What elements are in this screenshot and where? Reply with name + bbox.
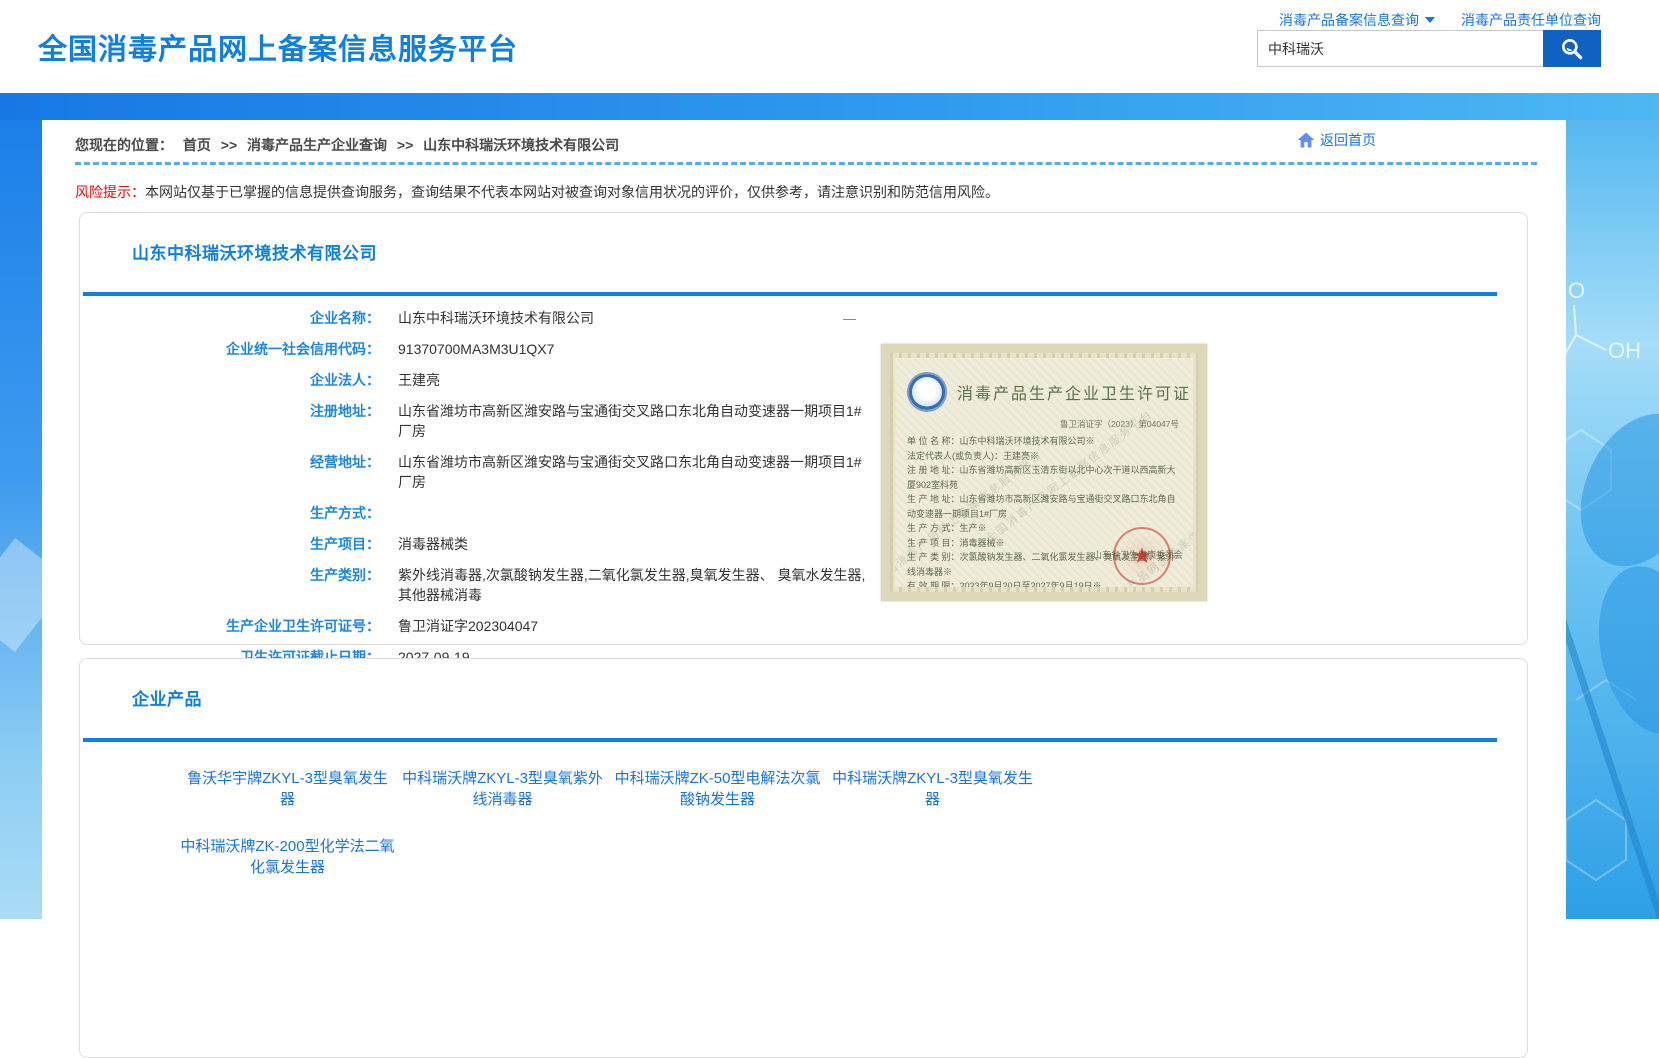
certificate-field-row: 法定代表人(或负责人)：王建亮※ xyxy=(907,449,1181,464)
breadcrumb: 您现在的位置： 首页 >> 消毒产品生产企业查询 >> 山东中科瑞沃环境技术有限… xyxy=(75,135,625,155)
left-background-shape xyxy=(0,538,42,652)
company-field-row: 企业名称： 山东中科瑞沃环境技术有限公司 xyxy=(80,308,1527,328)
risk-notice-text: 本网站仅基于已掌握的信息提供查询服务，查询结果不代表本网站对被查询对象信用状况的… xyxy=(145,184,999,200)
company-field-row: 企业法人： 王建亮 xyxy=(80,370,1527,390)
field-label: 注册地址： xyxy=(80,401,380,441)
company-fields: 企业名称： 山东中科瑞沃环境技术有限公司 企业统一社会信用代码： 9137070… xyxy=(80,308,1527,667)
molecule-illustration: O OH xyxy=(1566,120,1659,919)
nav-responsible-unit-query[interactable]: 消毒产品责任单位查询 xyxy=(1461,10,1601,30)
red-seal-icon: ★ xyxy=(1113,527,1171,585)
top-nav: 消毒产品备案信息查询 消毒产品责任单位查询 xyxy=(1279,10,1601,30)
image-placeholder-dash: — xyxy=(843,311,856,326)
field-value: 山东省潍坊市高新区潍安路与宝通街交叉路口东北角自动变速器一期项目1#厂房 xyxy=(398,401,868,441)
breadcrumb-separator: >> xyxy=(221,137,237,153)
field-label: 企业统一社会信用代码： xyxy=(80,339,380,359)
nav-filing-query-label: 消毒产品备案信息查询 xyxy=(1279,10,1419,30)
svg-text:OH: OH xyxy=(1608,338,1641,363)
company-field-row: 注册地址： 山东省潍坊市高新区潍安路与宝通街交叉路口东北角自动变速器一期项目1#… xyxy=(80,401,1527,441)
company-field-row: 生产类别： 紫外线消毒器,次氯酸钠发生器,二氧化氯发生器,臭氧发生器、 臭氧水发… xyxy=(80,565,1527,605)
breadcrumb-prefix: 您现在的位置： xyxy=(75,137,173,153)
seal-star: ★ xyxy=(1132,543,1152,569)
nav-responsible-unit-query-label: 消毒产品责任单位查询 xyxy=(1461,10,1601,30)
right-background-chemistry: O OH xyxy=(1566,120,1659,919)
back-home-link[interactable]: 返回首页 xyxy=(1295,130,1376,150)
company-products-card: 企业产品 鲁沃华宇牌ZKYL-3型臭氧发生器 中科瑞沃牌ZKYL-3型臭氧紫外线… xyxy=(79,658,1528,1058)
hygiene-license-certificate-image: 全国消毒产品网上备案信息服务平台 全国消毒产品网上备案信息服务平台 全国消毒产品… xyxy=(881,344,1207,601)
company-field-row: 生产企业卫生许可证号： 鲁卫消证字202304047 xyxy=(80,616,1527,636)
product-link[interactable]: 中科瑞沃牌ZK-50型电解法次氯酸钠发生器 xyxy=(610,768,825,810)
left-background xyxy=(0,120,42,919)
search-button[interactable] xyxy=(1543,30,1601,67)
company-field-row: 生产项目： 消毒器械类 xyxy=(80,534,1527,554)
products-heading: 企业产品 xyxy=(132,685,1527,710)
field-label: 生产企业卫生许可证号： xyxy=(80,616,380,636)
product-link[interactable]: 鲁沃华宇牌ZKYL-3型臭氧发生器 xyxy=(180,768,395,810)
risk-notice-label: 风险提示： xyxy=(75,184,145,200)
chevron-down-icon xyxy=(1425,17,1435,23)
field-value: 消毒器械类 xyxy=(398,534,468,554)
company-field-row: 经营地址： 山东省潍坊市高新区潍安路与宝通街交叉路口东北角自动变速器一期项目1#… xyxy=(80,452,1527,492)
field-label: 生产项目： xyxy=(80,534,380,554)
home-icon xyxy=(1295,130,1317,150)
certificate-field-row: 注 册 地 址：山东省潍坊高新区玉清东街以北中心次干道以西高新大厦902室科苑 xyxy=(907,463,1181,492)
company-name-heading: 山东中科瑞沃环境技术有限公司 xyxy=(132,239,1527,264)
breadcrumb-company-query[interactable]: 消毒产品生产企业查询 xyxy=(247,137,387,153)
certificate-paper: 全国消毒产品网上备案信息服务平台 全国消毒产品网上备案信息服务平台 全国消毒产品… xyxy=(895,358,1193,587)
search-icon xyxy=(1559,36,1585,62)
nav-filing-query[interactable]: 消毒产品备案信息查询 xyxy=(1279,10,1435,30)
page-header: 全国消毒产品网上备案信息服务平台 消毒产品备案信息查询 消毒产品责任单位查询 xyxy=(0,0,1659,93)
search-bar xyxy=(1257,30,1601,67)
field-value: 鲁卫消证字202304047 xyxy=(398,616,538,636)
dashed-divider xyxy=(75,162,1537,165)
heading-rule xyxy=(83,292,1497,296)
back-home-label: 返回首页 xyxy=(1320,130,1376,150)
field-value: 紫外线消毒器,次氯酸钠发生器,二氧化氯发生器,臭氧发生器、 臭氧水发生器,其他器… xyxy=(398,565,868,605)
search-input[interactable] xyxy=(1257,30,1543,67)
field-value: 王建亮 xyxy=(398,370,440,390)
field-label: 生产方式： xyxy=(80,503,380,523)
breadcrumb-separator: >> xyxy=(397,137,413,153)
breadcrumb-home[interactable]: 首页 xyxy=(183,137,211,153)
site-title: 全国消毒产品网上备案信息服务平台 xyxy=(38,26,518,68)
main-content: 您现在的位置： 首页 >> 消毒产品生产企业查询 >> 山东中科瑞沃环境技术有限… xyxy=(42,120,1566,919)
certificate-field-row: 单 位 名 称：山东中科瑞沃环境技术有限公司※ xyxy=(907,434,1181,449)
product-link[interactable]: 中科瑞沃牌ZK-200型化学法二氧化氯发生器 xyxy=(180,836,395,878)
product-list: 鲁沃华宇牌ZKYL-3型臭氧发生器 中科瑞沃牌ZKYL-3型臭氧紫外线消毒器 中… xyxy=(180,768,1060,904)
certificate-header: 消毒产品生产企业卫生许可证 xyxy=(907,372,1181,412)
health-emblem-icon xyxy=(907,372,947,412)
field-label: 经营地址： xyxy=(80,452,380,492)
product-link[interactable]: 中科瑞沃牌ZKYL-3型臭氧紫外线消毒器 xyxy=(395,768,610,810)
blue-band xyxy=(0,93,1659,120)
heading-rule xyxy=(83,738,1497,742)
certificate-field-row: 生 产 地 址：山东省潍坊市高新区潍安路与宝通街交叉路口东北角自动变速器一期项目… xyxy=(907,492,1181,521)
company-field-row: 生产方式： xyxy=(80,503,1527,523)
field-value: 山东省潍坊市高新区潍安路与宝通街交叉路口东北角自动变速器一期项目1#厂房 xyxy=(398,452,868,492)
certificate-number: 鲁卫消证字（2023）第04047号 xyxy=(907,418,1179,430)
field-label: 企业名称： xyxy=(80,308,380,328)
risk-notice: 风险提示：本网站仅基于已掌握的信息提供查询服务，查询结果不代表本网站对被查询对象… xyxy=(75,182,1475,202)
certificate-title: 消毒产品生产企业卫生许可证 xyxy=(957,380,1191,404)
field-value: 山东中科瑞沃环境技术有限公司 xyxy=(398,308,594,328)
company-info-card: 山东中科瑞沃环境技术有限公司 — 企业名称： 山东中科瑞沃环境技术有限公司 企业… xyxy=(79,212,1528,645)
svg-text:O: O xyxy=(1568,278,1585,303)
breadcrumb-current: 山东中科瑞沃环境技术有限公司 xyxy=(423,137,619,153)
product-link[interactable]: 中科瑞沃牌ZKYL-3型臭氧发生器 xyxy=(825,768,1040,810)
field-value: 91370700MA3M3U1QX7 xyxy=(398,339,554,359)
field-label: 企业法人： xyxy=(80,370,380,390)
company-field-row: 企业统一社会信用代码： 91370700MA3M3U1QX7 xyxy=(80,339,1527,359)
certificate-border: 全国消毒产品网上备案信息服务平台 全国消毒产品网上备案信息服务平台 全国消毒产品… xyxy=(890,353,1198,592)
field-label: 生产类别： xyxy=(80,565,380,605)
